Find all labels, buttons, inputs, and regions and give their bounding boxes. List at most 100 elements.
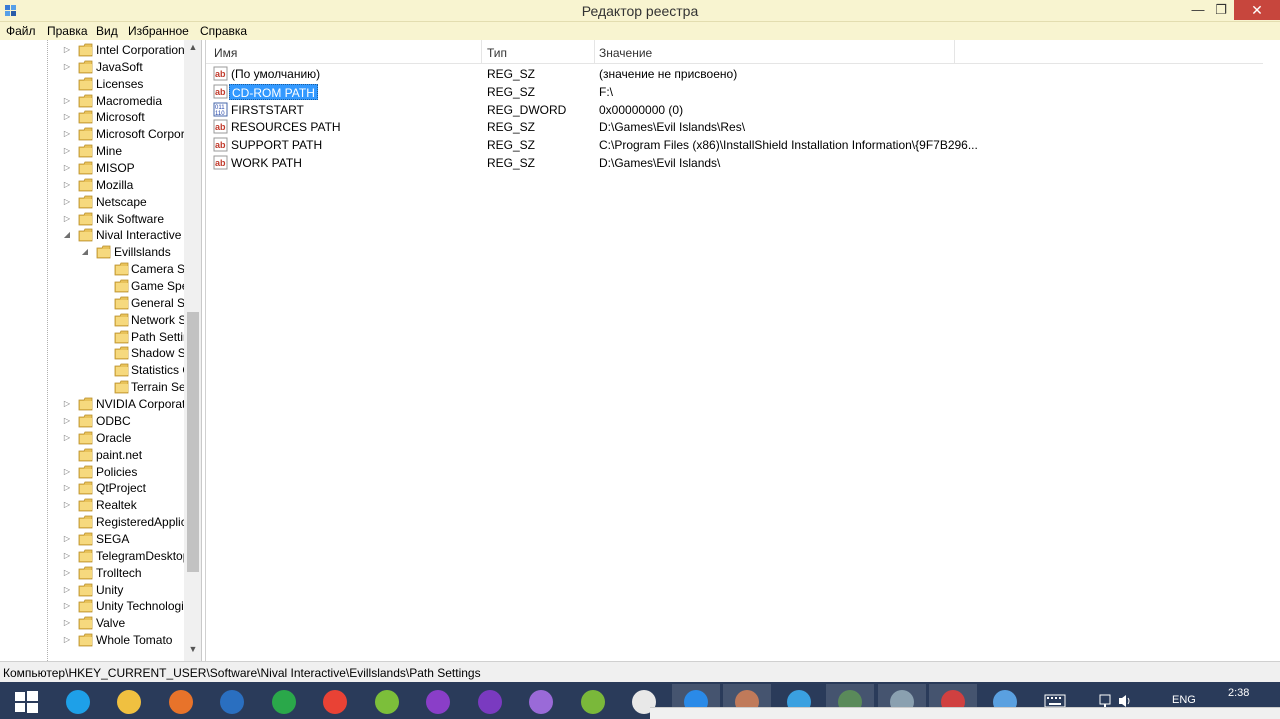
expand-arrow-icon[interactable]: ▷ — [62, 500, 72, 510]
expand-arrow-icon[interactable]: ▷ — [62, 45, 72, 55]
tree-node[interactable]: ◢ Evillslands — [0, 244, 184, 261]
tree-node[interactable]: ▷ Intel Corporation — [0, 42, 184, 59]
collapse-arrow-icon[interactable]: ◢ — [62, 230, 72, 240]
expand-arrow-icon[interactable]: ▷ — [62, 635, 72, 645]
tree-node[interactable]: ▷ Mozilla — [0, 177, 184, 194]
expand-arrow-icon[interactable] — [98, 365, 108, 375]
value-row[interactable]: ab SUPPORT PATH REG_SZ C:\Program Files (x8… — [206, 136, 1266, 154]
tree-node[interactable]: ▷ Microsoft — [0, 109, 184, 126]
expand-arrow-icon[interactable]: ▷ — [62, 112, 72, 122]
menu-help[interactable]: Справка — [200, 24, 247, 38]
tree-node[interactable]: ▷ Oracle — [0, 430, 184, 447]
value-row[interactable]: ab CD-ROM PATH REG_SZ F:\ — [206, 83, 1266, 101]
scroll-up-arrow-icon[interactable]: ▲ — [184, 42, 201, 52]
tree-node[interactable]: ▷ Netscape — [0, 194, 184, 211]
android-studio-taskbar-button[interactable] — [569, 684, 617, 718]
scroll-down-arrow-icon[interactable]: ▼ — [184, 644, 201, 654]
menu-view[interactable]: Вид — [96, 24, 118, 38]
tree-node[interactable]: Path Settin — [0, 329, 184, 346]
expand-arrow-icon[interactable]: ▷ — [62, 96, 72, 106]
registry-tree[interactable]: ▷ Intel Corporation ▷ JavaSoft Licenses ▷ Macr… — [0, 40, 202, 661]
tree-node[interactable]: Network Se — [0, 312, 184, 329]
tree-node[interactable]: ◢ Nival Interactive — [0, 227, 184, 244]
expand-arrow-icon[interactable] — [62, 79, 72, 89]
expand-arrow-icon[interactable] — [98, 332, 108, 342]
tree-node[interactable]: ▷ JavaSoft — [0, 59, 184, 76]
column-value-header[interactable]: Значение — [599, 46, 652, 60]
tree-node[interactable]: ▷ Policies — [0, 464, 184, 481]
expand-arrow-icon[interactable]: ▷ — [62, 180, 72, 190]
tree-node[interactable]: ▷ Whole Tomato — [0, 632, 184, 649]
value-name[interactable]: RESOURCES PATH — [229, 119, 343, 135]
expand-arrow-icon[interactable] — [98, 281, 108, 291]
tree-node[interactable]: ▷ Macromedia — [0, 93, 184, 110]
tree-node[interactable]: ▷ Unity Technologie — [0, 598, 184, 615]
collapse-arrow-icon[interactable]: ◢ — [80, 247, 90, 257]
value-name[interactable]: FIRSTSTART — [229, 102, 306, 118]
value-row[interactable]: ab (По умолчанию) REG_SZ (значение не присв… — [206, 65, 1266, 83]
tree-node[interactable]: Terrain Set — [0, 379, 184, 396]
tree-node[interactable]: Camera Se — [0, 261, 184, 278]
value-row[interactable]: 011 110 FIRSTSTART REG_DWORD 0x00000000 (0) — [206, 101, 1266, 119]
value-name[interactable]: (По умолчанию) — [229, 66, 322, 82]
value-name[interactable]: SUPPORT PATH — [229, 137, 324, 153]
expand-arrow-icon[interactable]: ▷ — [62, 399, 72, 409]
expand-arrow-icon[interactable]: ▷ — [62, 585, 72, 595]
tree-node[interactable]: ▷ SEGA — [0, 531, 184, 548]
menu-edit[interactable]: Правка — [47, 24, 88, 38]
value-row[interactable]: ab WORK PATH REG_SZ D:\Games\Evil Islands\ — [206, 154, 1266, 172]
expand-arrow-icon[interactable]: ▷ — [62, 467, 72, 477]
tree-node[interactable]: ▷ ODBC — [0, 413, 184, 430]
expand-arrow-icon[interactable] — [98, 315, 108, 325]
tree-node[interactable]: ▷ QtProject — [0, 480, 184, 497]
visual-studio-taskbar-button[interactable] — [414, 684, 462, 718]
menu-file[interactable]: Файл — [6, 24, 36, 38]
tree-node[interactable]: Statistics O — [0, 362, 184, 379]
tree-node[interactable]: ▷ Realtek — [0, 497, 184, 514]
expand-arrow-icon[interactable]: ▷ — [62, 568, 72, 578]
firefox-taskbar-button[interactable] — [157, 684, 205, 718]
close-button[interactable]: ✕ — [1234, 0, 1280, 20]
expand-arrow-icon[interactable]: ▷ — [62, 433, 72, 443]
tree-node[interactable]: ▷ TelegramDesktop — [0, 548, 184, 565]
tree-node[interactable]: ▷ Nik Software — [0, 211, 184, 228]
expand-arrow-icon[interactable]: ▷ — [62, 197, 72, 207]
expand-arrow-icon[interactable]: ▷ — [62, 214, 72, 224]
tree-node[interactable]: ▷ Unity — [0, 582, 184, 599]
expand-arrow-icon[interactable]: ▷ — [62, 601, 72, 611]
notepad-taskbar-button[interactable] — [363, 684, 411, 718]
menu-favorites[interactable]: Избранное — [128, 24, 189, 38]
values-list[interactable]: Имя Тип Значение ab (По умолчанию) REG_SZ(… — [205, 40, 1280, 661]
column-type-header[interactable]: Тип — [487, 46, 507, 60]
expand-arrow-icon[interactable]: ▷ — [62, 146, 72, 156]
expand-arrow-icon[interactable] — [98, 298, 108, 308]
keyboard-icon[interactable] — [1044, 694, 1066, 708]
expand-arrow-icon[interactable]: ▷ — [62, 129, 72, 139]
clock-time[interactable]: 2:38 — [1228, 687, 1249, 699]
expand-arrow-icon[interactable] — [98, 264, 108, 274]
expand-arrow-icon[interactable] — [62, 517, 72, 527]
column-name-header[interactable]: Имя — [214, 46, 237, 60]
expand-arrow-icon[interactable] — [62, 450, 72, 460]
windows-start-taskbar-button[interactable] — [2, 684, 50, 718]
value-name[interactable]: WORK PATH — [229, 155, 304, 171]
file-explorer-taskbar-button[interactable] — [105, 684, 153, 718]
tree-node[interactable]: RegisteredApplica — [0, 514, 184, 531]
tree-node[interactable]: Shadow Se — [0, 345, 184, 362]
expand-arrow-icon[interactable]: ▷ — [62, 163, 72, 173]
tree-node[interactable]: ▷ NVIDIA Corporatio — [0, 396, 184, 413]
tree-node[interactable]: ▷ Microsoft Corpora — [0, 126, 184, 143]
expand-arrow-icon[interactable] — [98, 382, 108, 392]
expand-arrow-icon[interactable] — [98, 348, 108, 358]
tree-node[interactable]: paint.net — [0, 447, 184, 464]
visual-studio-3-taskbar-button[interactable] — [517, 684, 565, 718]
expand-arrow-icon[interactable]: ▷ — [62, 416, 72, 426]
value-row[interactable]: ab RESOURCES PATH REG_SZ D:\Games\Evil Isla… — [206, 118, 1266, 136]
tree-node[interactable]: ▷ MISOP — [0, 160, 184, 177]
tree-node[interactable]: Licenses — [0, 76, 184, 93]
thunderbird-taskbar-button[interactable] — [208, 684, 256, 718]
language-indicator[interactable]: ENG — [1172, 694, 1196, 706]
tree-node[interactable]: ▷ Trolltech — [0, 565, 184, 582]
maximize-button[interactable]: ❐ — [1206, 0, 1236, 20]
tree-node[interactable]: ▷ Valve — [0, 615, 184, 632]
